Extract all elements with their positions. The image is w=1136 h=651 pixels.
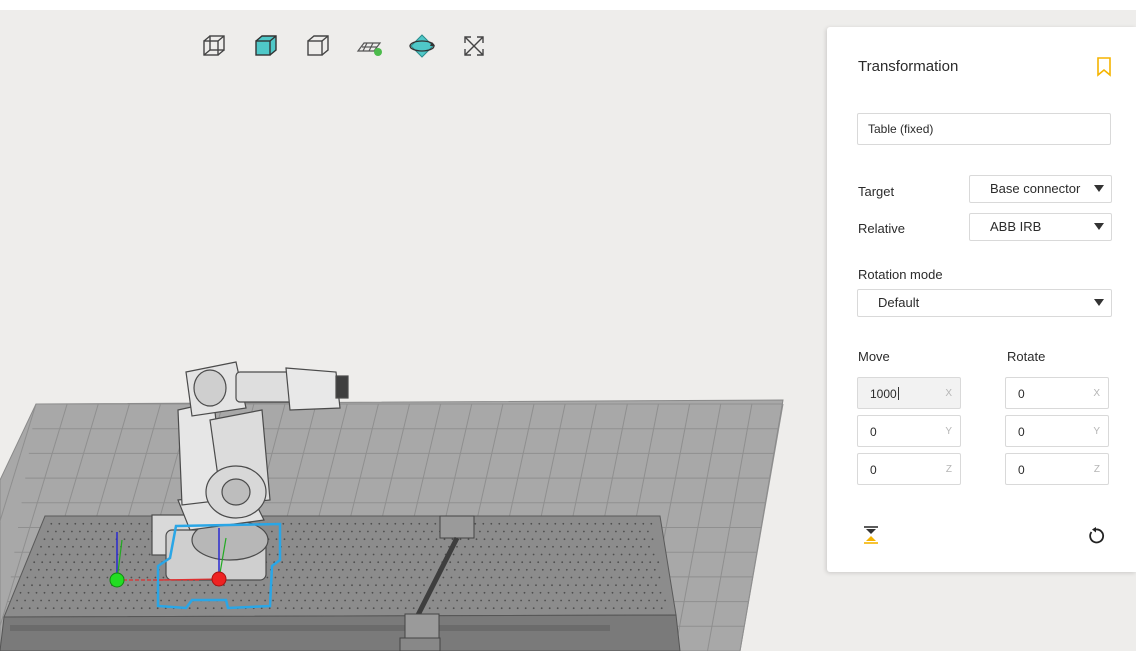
axis-x-label: X (1093, 388, 1100, 399)
axis-y-label: Y (1093, 426, 1100, 437)
table-front (0, 614, 681, 651)
move-y-value: 0 (870, 425, 877, 439)
text-cursor (897, 387, 899, 400)
move-z-value: 0 (870, 463, 877, 477)
axis-x-label: X (945, 388, 952, 399)
relative-select[interactable]: ABB IRB (969, 213, 1112, 241)
rotation-mode-value: Default (878, 295, 920, 310)
top-strip (0, 0, 1136, 10)
rotate-y-field[interactable]: 0 Y (1005, 415, 1109, 447)
view-toolbar (196, 28, 492, 64)
bookmark-icon[interactable] (1096, 57, 1112, 77)
relative-value: ABB IRB (990, 219, 1042, 234)
transformation-panel: Transformation Table (fixed) Target Base… (827, 27, 1136, 572)
rotate-z-field[interactable]: 0 Z (1005, 453, 1109, 485)
target-select[interactable]: Base connector (969, 175, 1112, 203)
fit-view-icon[interactable] (456, 28, 492, 64)
target-label: Target (858, 184, 895, 199)
move-y-field[interactable]: 0 Y (857, 415, 961, 447)
rotate-x-field[interactable]: 0 X (1005, 377, 1109, 409)
rotation-mode-select[interactable]: Default (857, 289, 1112, 317)
orbit-rotate-icon[interactable] (404, 28, 440, 64)
chevron-down-icon (1094, 185, 1104, 192)
panel-title: Transformation (858, 58, 959, 75)
target-value: Base connector (990, 181, 1081, 196)
solid-cube-icon[interactable] (248, 28, 284, 64)
rotate-x-value: 0 (1018, 387, 1025, 401)
floor-grid-icon[interactable] (352, 28, 388, 64)
chevron-down-icon (1094, 299, 1104, 306)
transparent-cube-icon[interactable] (300, 28, 336, 64)
rotate-y-value: 0 (1018, 425, 1025, 439)
move-x-value: 1000 (870, 387, 899, 401)
move-label: Move (858, 349, 890, 364)
chevron-down-icon (1094, 223, 1104, 230)
axis-z-label: Z (945, 464, 952, 475)
move-x-field[interactable]: 1000 X (857, 377, 961, 409)
axis-y-label: Y (945, 426, 952, 437)
rotate-z-value: 0 (1018, 463, 1025, 477)
reset-icon[interactable] (1087, 527, 1105, 550)
axis-z-label: Z (1093, 464, 1100, 475)
wireframe-cube-icon[interactable] (196, 28, 232, 64)
table-legs (10, 625, 610, 631)
rotation-mode-label: Rotation mode (858, 267, 943, 282)
snap-to-floor-icon[interactable] (863, 526, 879, 549)
rotate-label: Rotate (1007, 349, 1046, 364)
object-name-field[interactable]: Table (fixed) (857, 113, 1111, 145)
relative-label: Relative (858, 221, 905, 236)
move-z-field[interactable]: 0 Z (857, 453, 961, 485)
